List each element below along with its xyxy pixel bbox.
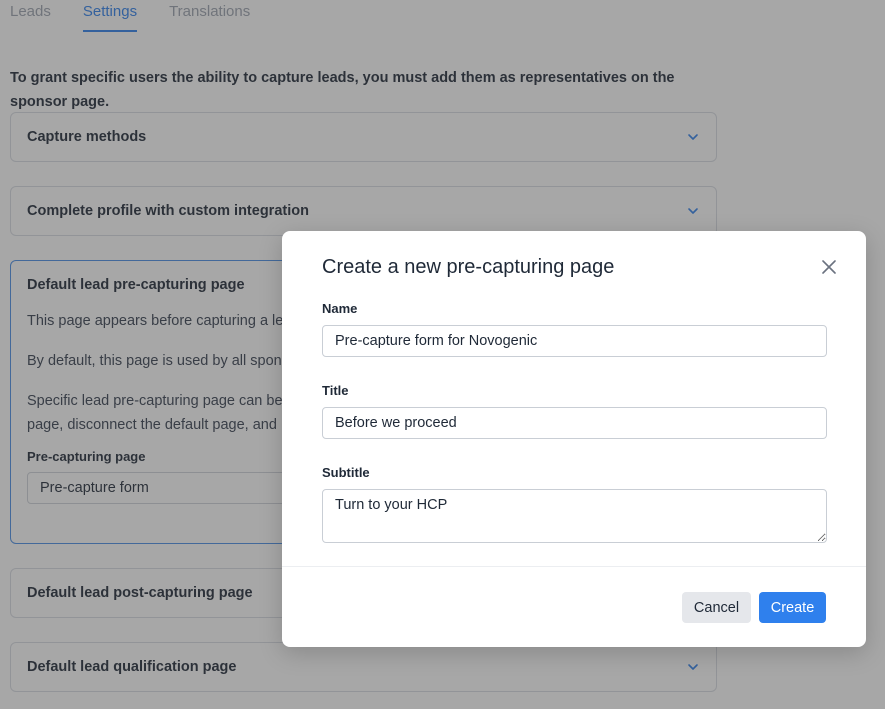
dialog-title: Create a new pre-capturing page	[322, 256, 615, 278]
name-input[interactable]	[322, 325, 827, 357]
dialog-footer-divider	[282, 566, 866, 567]
subtitle-label: Subtitle	[322, 465, 370, 480]
title-input[interactable]	[322, 407, 827, 439]
create-pre-capturing-page-dialog: Create a new pre-capturing page Name Tit…	[282, 231, 866, 647]
create-button[interactable]: Create	[759, 592, 826, 623]
subtitle-textarea[interactable]: Turn to your HCP	[322, 489, 827, 543]
cancel-button[interactable]: Cancel	[682, 592, 751, 623]
name-label: Name	[322, 301, 358, 316]
close-icon[interactable]	[820, 258, 838, 276]
title-label: Title	[322, 383, 349, 398]
